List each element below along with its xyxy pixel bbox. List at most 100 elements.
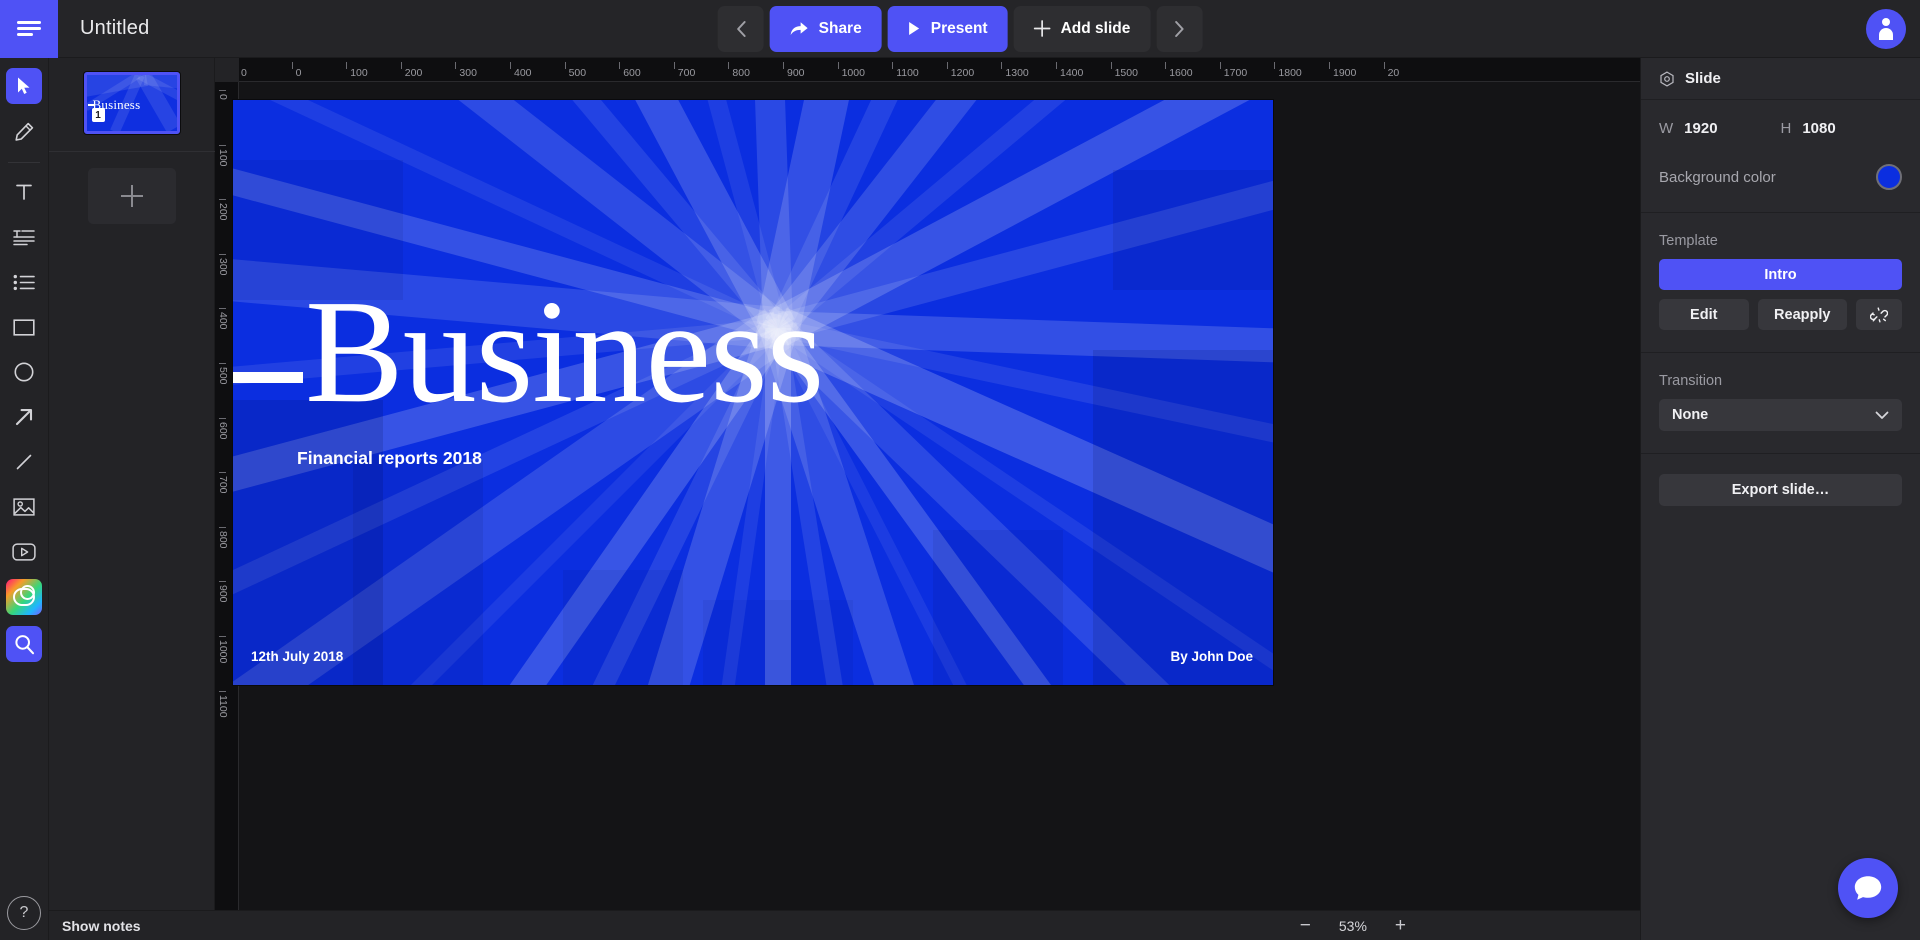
background-ray — [563, 570, 683, 685]
video-tool[interactable] — [6, 534, 42, 570]
help-button[interactable]: ? — [7, 896, 41, 930]
panel-header: Slide — [1641, 58, 1920, 100]
export-slide-button[interactable]: Export slide… — [1659, 474, 1902, 506]
left-toolbar: ? — [0, 58, 49, 940]
rectangle-icon — [13, 318, 35, 336]
background-color-swatch[interactable] — [1876, 164, 1902, 190]
template-reapply-button[interactable]: Reapply — [1757, 299, 1847, 330]
arrow-up-right-icon — [15, 409, 33, 426]
plus-icon — [1033, 20, 1051, 37]
height-label: H — [1780, 120, 1792, 137]
chat-bubble-icon — [1854, 876, 1882, 900]
ruler-corner — [215, 58, 239, 82]
slide-canvas[interactable]: Business Financial reports 2018 12th Jul… — [233, 100, 1273, 685]
background-ray — [1113, 170, 1273, 290]
unlink-icon — [1870, 306, 1888, 322]
background-ray — [353, 460, 483, 685]
slides-panel-divider — [49, 151, 215, 152]
background-ray — [933, 530, 1063, 685]
paragraph-text-icon — [13, 230, 35, 246]
app-root: Untitled Share Present Add slide ? Busin… — [0, 0, 1920, 940]
right-properties-panel: Slide W 1920 H 1080 Background color Tem… — [1640, 58, 1920, 940]
chat-support-button[interactable] — [1838, 858, 1898, 918]
paragraph-tool[interactable] — [6, 219, 42, 255]
width-field[interactable]: W 1920 — [1659, 120, 1781, 137]
dimensions-section: W 1920 H 1080 Background color — [1641, 100, 1920, 213]
chevron-down-icon — [1875, 411, 1889, 419]
rectangle-tool[interactable] — [6, 309, 42, 345]
transition-select[interactable]: None — [1659, 399, 1902, 431]
chevron-left-icon — [736, 20, 746, 37]
height-field[interactable]: H 1080 — [1781, 120, 1903, 137]
previous-slide-button[interactable] — [717, 5, 764, 52]
slide-date-text[interactable]: 12th July 2018 — [251, 649, 343, 664]
transition-value: None — [1672, 407, 1709, 423]
list-tool[interactable] — [6, 264, 42, 300]
slide-title-text[interactable]: Business — [305, 278, 824, 426]
next-slide-button[interactable] — [1156, 5, 1203, 52]
width-value: 1920 — [1684, 120, 1718, 137]
user-avatar-icon — [1879, 18, 1893, 40]
text-tool[interactable] — [6, 174, 42, 210]
background-color-row: Background color — [1659, 164, 1902, 190]
zoom-controls: − 53% + — [1300, 916, 1406, 935]
hexagon-target-icon — [1660, 70, 1674, 87]
template-actions-row: Edit Reapply — [1659, 299, 1902, 330]
creative-cloud-tool[interactable] — [6, 579, 42, 615]
hamburger-menu-icon[interactable] — [0, 0, 58, 58]
share-label: Share — [818, 19, 862, 37]
text-t-icon — [16, 184, 32, 200]
document-title[interactable]: Untitled — [80, 17, 149, 40]
slides-panel: Business 1 — [49, 58, 215, 910]
help-label: ? — [19, 904, 29, 921]
transition-section: Transition None — [1641, 353, 1920, 454]
add-slide-button[interactable]: Add slide — [1013, 5, 1151, 52]
present-label: Present — [930, 19, 988, 37]
slide-thumbnail-preview: Business — [86, 75, 177, 131]
arrow-tool[interactable] — [6, 399, 42, 435]
slide-thumbnail-list: Business 1 — [49, 58, 214, 134]
share-arrow-icon — [790, 21, 808, 35]
background-color-label: Background color — [1659, 168, 1776, 186]
template-edit-button[interactable]: Edit — [1659, 299, 1749, 330]
zoom-in-button[interactable]: + — [1395, 916, 1406, 935]
background-ray — [1093, 350, 1273, 685]
template-section: Template Intro Edit Reapply — [1641, 213, 1920, 353]
add-slide-label: Add slide — [1060, 19, 1131, 37]
share-button[interactable]: Share — [769, 5, 882, 52]
background-ray — [703, 600, 853, 685]
export-section: Export slide… — [1641, 454, 1920, 528]
play-triangle-icon — [909, 22, 920, 35]
slide-author-text[interactable]: By John Doe — [1170, 649, 1253, 664]
slide-thumbnail-1[interactable]: Business 1 — [83, 72, 180, 134]
toolbar-divider — [8, 162, 40, 163]
zoom-value: 53% — [1338, 917, 1367, 934]
cursor-arrow-icon — [18, 77, 30, 94]
slide-title-dash — [233, 372, 303, 383]
slide-subtitle-text[interactable]: Financial reports 2018 — [297, 448, 482, 469]
user-avatar[interactable] — [1866, 9, 1906, 49]
search-icon — [14, 634, 34, 654]
add-slide-placeholder[interactable] — [87, 168, 176, 224]
ellipse-tool[interactable] — [6, 354, 42, 390]
present-button[interactable]: Present — [887, 5, 1008, 52]
chevron-right-icon — [1175, 20, 1184, 37]
show-notes-button[interactable]: Show notes — [62, 918, 141, 934]
canvas-area: 0 0 100 200 300 400 500 600 700 800 900 1000 1100 120… — [215, 58, 1640, 910]
bullet-list-icon — [13, 274, 35, 290]
pen-tool[interactable] — [6, 113, 42, 149]
image-tool[interactable] — [6, 489, 42, 525]
horizontal-ruler[interactable]: 0 0 100 200 300 400 500 600 700 800 900 1000 1100 120… — [215, 58, 1640, 82]
adobe-creative-cloud-icon — [13, 585, 35, 606]
zoom-out-button[interactable]: − — [1300, 916, 1311, 935]
pencil-icon — [14, 122, 33, 141]
template-name-button[interactable]: Intro — [1659, 259, 1902, 290]
height-value: 1080 — [1802, 120, 1836, 137]
width-label: W — [1659, 120, 1674, 137]
dimensions-row: W 1920 H 1080 — [1659, 120, 1902, 137]
bottom-bar: Show notes − 53% + — [49, 910, 1640, 940]
search-tool[interactable] — [6, 626, 42, 662]
select-tool[interactable] — [6, 68, 42, 104]
template-unlink-button[interactable] — [1856, 299, 1902, 330]
line-tool[interactable] — [6, 444, 42, 480]
